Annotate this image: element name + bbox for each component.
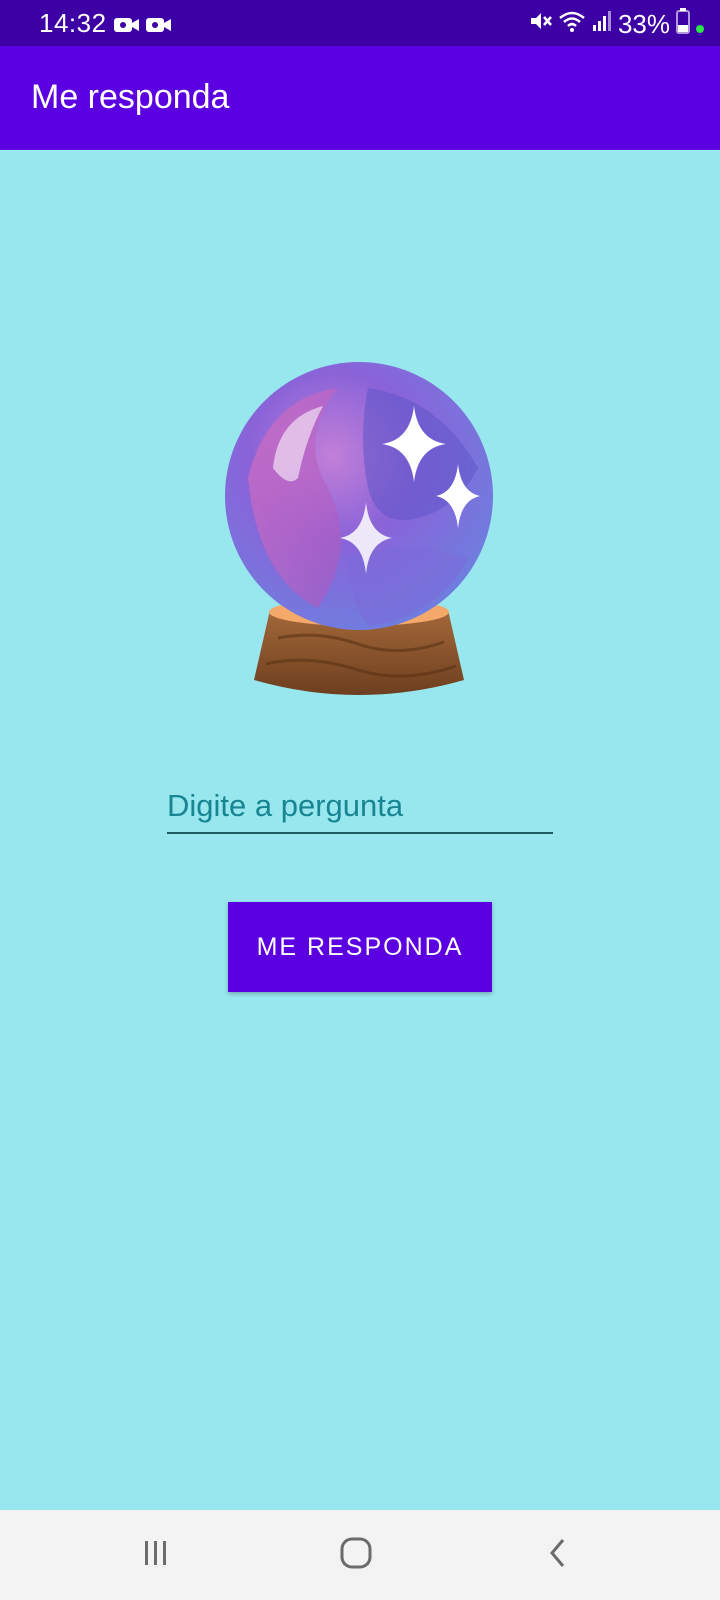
signal-icon [592,9,612,40]
back-icon [546,1536,570,1575]
answer-button[interactable]: ME RESPONDA [228,902,492,992]
recent-apps-icon [141,1538,171,1573]
app-bar: Me responda [0,46,720,150]
dot-icon [696,9,704,40]
home-button[interactable] [326,1530,386,1580]
status-bar: 14:32 33% [0,0,720,46]
navigation-bar [0,1510,720,1600]
main-content: ME RESPONDA [0,150,720,1510]
status-icons-right: 33% [528,8,704,41]
status-time: 14:32 [39,8,107,38]
question-input[interactable] [167,780,553,834]
wifi-icon [558,9,586,40]
video-camera-icon [146,14,172,41]
mute-icon [528,9,552,40]
battery-percent: 33% [617,9,670,39]
battery-icon [676,8,690,41]
back-button[interactable] [528,1530,588,1580]
crystal-ball-image [218,358,500,698]
status-icons-left [114,14,172,41]
recent-apps-button[interactable] [126,1530,186,1580]
app-title: Me responda [31,78,230,116]
home-icon [339,1536,373,1575]
video-camera-icon [114,14,140,41]
